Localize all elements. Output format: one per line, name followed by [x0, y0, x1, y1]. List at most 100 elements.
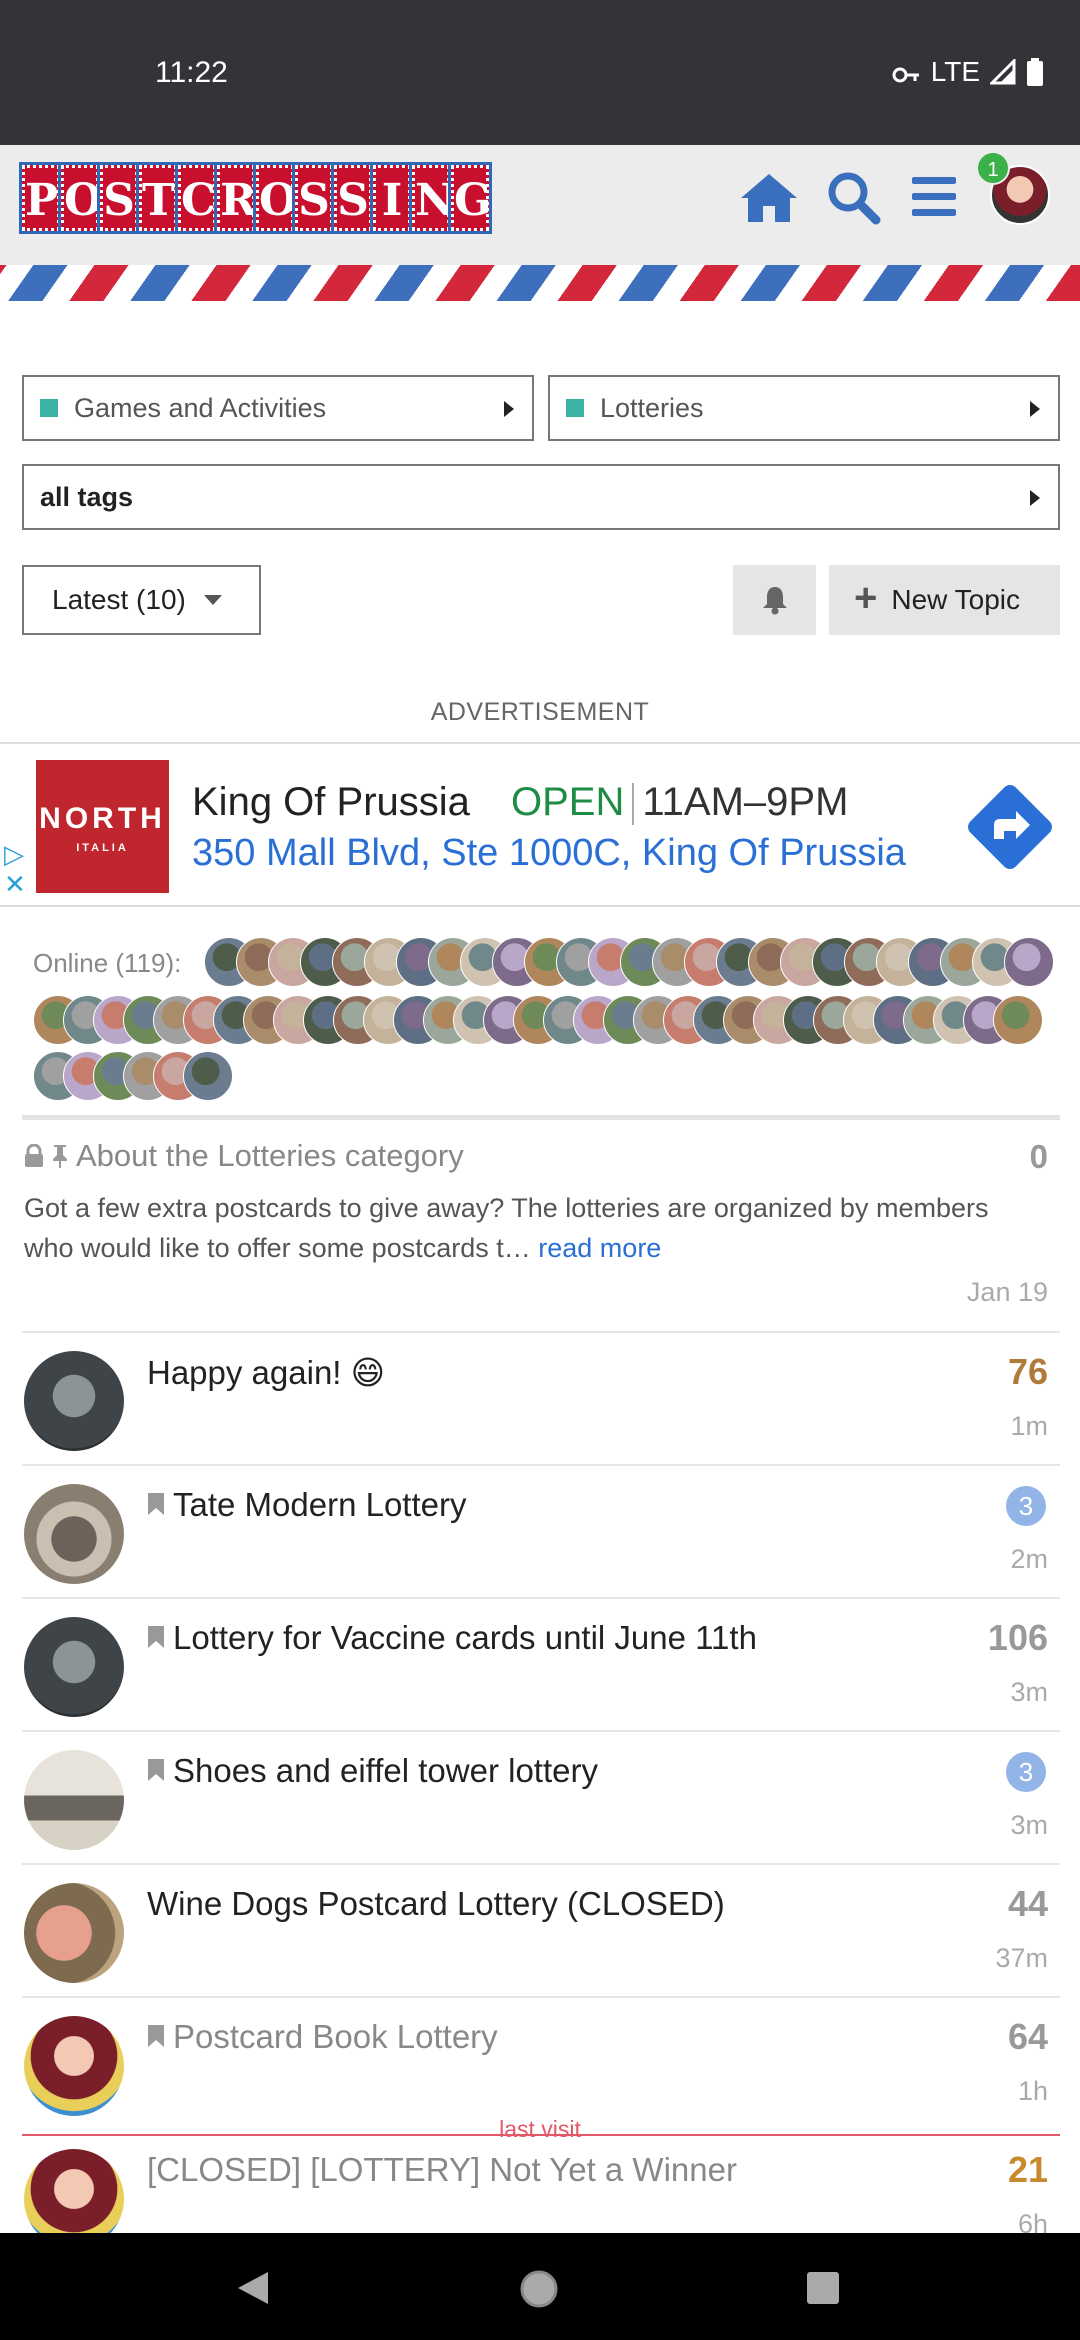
notification-badge[interactable]: 1: [976, 151, 1010, 185]
logo-letter: S: [97, 162, 141, 234]
poster-avatar[interactable]: [24, 1750, 124, 1850]
topic-list-divider: [22, 1115, 1060, 1120]
signal-icon: [990, 59, 1016, 85]
bookmark-icon: [147, 1752, 165, 1790]
topic-title[interactable]: Lottery for Vaccine cards until June 11t…: [147, 1619, 757, 1657]
online-users-label: Online (119):: [33, 948, 182, 978]
ad-brand-name: NORTH: [39, 802, 166, 835]
topic-title[interactable]: [CLOSED] [LOTTERY] Not Yet a Winner: [147, 2151, 737, 2189]
bell-icon: [763, 587, 787, 615]
plus-icon: +: [854, 575, 878, 620]
tags-label: all tags: [40, 481, 134, 512]
topic-title[interactable]: Tate Modern Lottery: [147, 1486, 467, 1524]
topic-title-text: Wine Dogs Postcard Lottery (CLOSED): [147, 1885, 725, 1922]
topic-row[interactable]: Postcard Book Lottery 64 1h: [0, 1998, 1080, 2130]
subcategory-dropdown[interactable]: Lotteries: [548, 375, 1060, 441]
read-more-link[interactable]: read more: [538, 1233, 661, 1263]
pinned-topic-label: About the Lotteries category: [76, 1138, 464, 1173]
topic-row[interactable]: Happy again! 😄 76 1m: [0, 1333, 1080, 1465]
topic-row[interactable]: Lottery for Vaccine cards until June 11t…: [0, 1599, 1080, 1731]
search-icon[interactable]: [826, 170, 881, 230]
ad-choices-icon[interactable]: ▷ ✕: [4, 839, 26, 899]
logo-letter: S: [292, 162, 336, 234]
recents-icon[interactable]: [805, 2270, 841, 2306]
topic-row[interactable]: Wine Dogs Postcard Lottery (CLOSED) 44 37m: [0, 1865, 1080, 1997]
pinned-topic-date: Jan 19: [966, 1277, 1048, 1307]
logo-letter: N: [409, 162, 455, 234]
network-type: LTE: [930, 56, 980, 87]
directions-arrow-icon[interactable]: [964, 781, 1056, 878]
online-user-avatar[interactable]: [1004, 937, 1054, 987]
topic-title-text: Postcard Book Lottery: [173, 2018, 498, 2055]
topic-age: 3m: [1010, 1810, 1048, 1840]
reply-count: 76: [1007, 1351, 1048, 1392]
tags-dropdown[interactable]: all tags: [22, 464, 1060, 530]
sort-latest-button[interactable]: Latest (10): [22, 565, 261, 635]
ad-brand-logo: NORTH ITALIA: [36, 760, 169, 893]
excerpt-text: Got a few extra postcards to give away? …: [24, 1193, 989, 1263]
topic-age: 2m: [1010, 1544, 1048, 1574]
logo-letter: P: [19, 162, 63, 234]
bookmark-icon: [147, 1486, 165, 1524]
ad-address[interactable]: 350 Mall Blvd, Ste 1000C, King Of Prussi…: [192, 832, 906, 875]
new-topic-label: New Topic: [891, 584, 1021, 615]
logo-letter: O: [58, 162, 102, 234]
back-icon[interactable]: [236, 2270, 270, 2306]
last-visit-label: last visit: [499, 2116, 581, 2142]
category-label: Games and Activities: [74, 392, 327, 423]
battery-icon: [1026, 58, 1044, 86]
online-user-avatar[interactable]: [183, 1051, 233, 1101]
ad-divider: [632, 783, 635, 826]
topic-title[interactable]: Happy again! 😄: [147, 1353, 385, 1392]
topic-title[interactable]: Postcard Book Lottery: [147, 2018, 498, 2056]
reply-count: 44: [1007, 1883, 1048, 1924]
ad-title-line: King Of Prussia OPEN 11AM–9PM: [192, 780, 849, 826]
unread-count-badge[interactable]: 3: [1006, 1486, 1046, 1526]
topic-age: 1h: [1017, 2076, 1048, 2106]
caret-right-icon: [1030, 490, 1040, 506]
notifications-level-button[interactable]: [733, 565, 816, 635]
airmail-stripe: [0, 265, 1080, 301]
postcrossing-logo[interactable]: POSTCROSSING: [19, 162, 492, 235]
logo-letter: C: [175, 162, 219, 234]
pin-icon: [53, 1145, 67, 1168]
ad-hours: 11AM–9PM: [642, 780, 849, 824]
home-icon[interactable]: [739, 170, 799, 230]
subcategory-color-icon: [566, 399, 584, 417]
advertisement-banner[interactable]: NORTH ITALIA King Of Prussia OPEN 11AM–9P…: [0, 742, 1080, 907]
pinned-topic-excerpt: Got a few extra postcards to give away? …: [24, 1188, 1044, 1268]
lock-icon: [25, 1144, 43, 1167]
unread-count-badge[interactable]: 3: [1006, 1752, 1046, 1792]
caret-right-icon: [1030, 401, 1040, 417]
topic-title-text: Happy again! 😄: [147, 1354, 386, 1391]
poster-avatar[interactable]: [24, 1351, 124, 1451]
hamburger-menu-icon[interactable]: [910, 175, 958, 224]
new-topic-button[interactable]: + New Topic: [829, 565, 1060, 635]
logo-letter: S: [331, 162, 375, 234]
logo-letter: T: [136, 162, 180, 234]
poster-avatar[interactable]: [24, 2016, 124, 2116]
topic-age: 3m: [1010, 1677, 1048, 1707]
logo-letter: R: [214, 162, 258, 234]
online-user-avatar[interactable]: [993, 995, 1043, 1045]
status-bar: 11:22 LTE: [0, 0, 1080, 145]
status-indicators: LTE: [891, 56, 1044, 88]
topic-age: 37m: [995, 1943, 1048, 1973]
poster-avatar[interactable]: [24, 1883, 124, 1983]
topic-title-text: [CLOSED] [LOTTERY] Not Yet a Winner: [147, 2151, 737, 2188]
caret-right-icon: [504, 401, 514, 417]
topic-row[interactable]: Shoes and eiffel tower lottery 3 3m: [0, 1732, 1080, 1864]
topic-title[interactable]: Wine Dogs Postcard Lottery (CLOSED): [147, 1885, 725, 1923]
poster-avatar[interactable]: [24, 1484, 124, 1584]
bookmark-icon: [147, 1619, 165, 1657]
topic-title[interactable]: Shoes and eiffel tower lottery: [147, 1752, 598, 1790]
category-dropdown[interactable]: Games and Activities: [22, 375, 534, 441]
topic-title-text: Shoes and eiffel tower lottery: [173, 1752, 598, 1789]
pinned-topic-title[interactable]: About the Lotteries category: [24, 1138, 464, 1174]
topic-row[interactable]: Tate Modern Lottery 3 2m: [0, 1466, 1080, 1598]
topic-title-text: Tate Modern Lottery: [173, 1486, 467, 1523]
logo-letter: O: [253, 162, 297, 234]
home-nav-icon[interactable]: [518, 2268, 560, 2310]
poster-avatar[interactable]: [24, 1617, 124, 1717]
logo-letter: G: [448, 162, 492, 234]
